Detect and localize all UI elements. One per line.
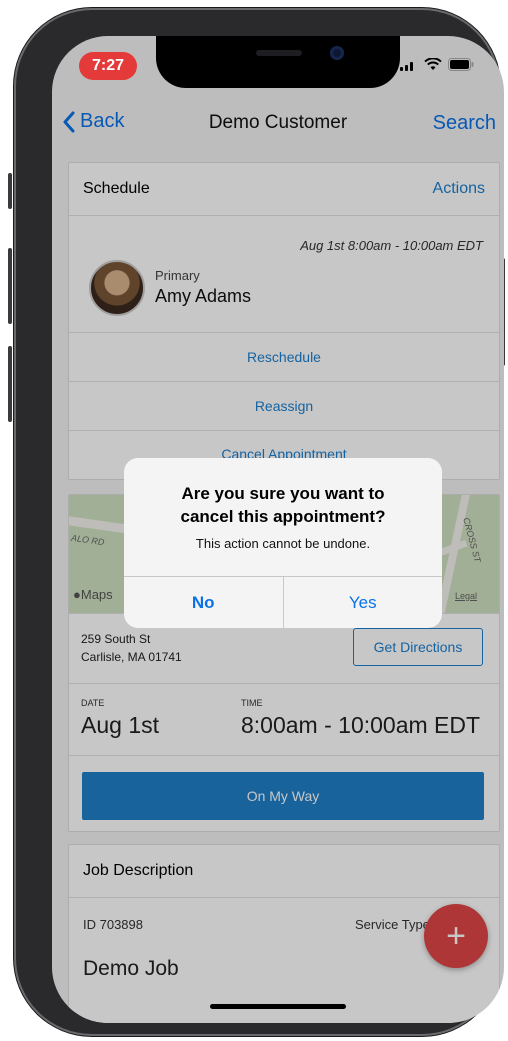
signal-icon	[400, 59, 418, 71]
status-time: 7:27	[79, 52, 137, 80]
dialog-title-line2: cancel this appointment?	[180, 507, 386, 526]
volume-up-button	[8, 248, 12, 324]
dialog-title: Are you sure you want to cancel this app…	[124, 482, 442, 528]
no-button[interactable]: No	[124, 577, 284, 628]
front-camera	[330, 46, 344, 60]
status-icons	[400, 58, 474, 71]
speaker-grille	[256, 50, 302, 56]
wifi-icon	[424, 58, 442, 70]
notch	[156, 36, 400, 88]
dialog-title-line1: Are you sure you want to	[181, 484, 385, 503]
silent-switch	[8, 173, 12, 209]
yes-button[interactable]: Yes	[284, 577, 443, 628]
volume-down-button	[8, 346, 12, 422]
home-indicator[interactable]	[210, 1004, 346, 1009]
dialog-buttons: No Yes	[124, 576, 442, 628]
phone-frame: 7:27 Back Demo Customer Search Schedule …	[8, 8, 505, 1036]
confirm-cancel-dialog: Are you sure you want to cancel this app…	[124, 458, 442, 628]
app-screen: 7:27 Back Demo Customer Search Schedule …	[52, 36, 504, 1023]
dialog-message: This action cannot be undone.	[195, 536, 371, 551]
battery-icon	[448, 58, 474, 71]
